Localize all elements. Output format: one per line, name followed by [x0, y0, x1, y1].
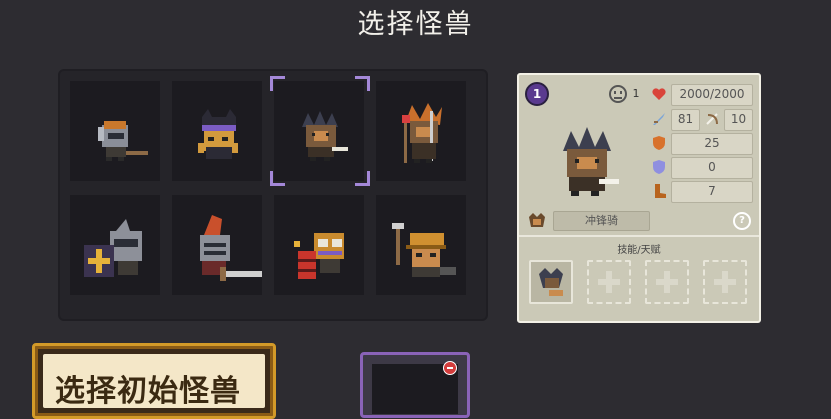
- face-icon: [609, 85, 627, 103]
- speed-value: 7: [671, 181, 753, 203]
- magic-shield-icon: [653, 160, 665, 174]
- mood-count: 1: [632, 87, 640, 100]
- class-icon: [529, 213, 545, 227]
- monster-grid: [58, 69, 488, 321]
- skill-slot-4[interactable]: [703, 260, 747, 304]
- plus-icon: [714, 271, 736, 293]
- skill-icon: [531, 262, 571, 302]
- selection-corner-tl: [270, 76, 285, 91]
- stat-magic-resist: 0: [651, 157, 753, 179]
- select-starting-monster-button[interactable]: 选择初始怪兽: [32, 343, 276, 419]
- mood-indicator: 1: [609, 85, 640, 103]
- attack-value: 81: [671, 109, 700, 131]
- magic-resist-value: 0: [671, 157, 753, 179]
- heart-icon: [652, 88, 666, 100]
- stat-hp: 2000/2000: [651, 84, 753, 106]
- monster-info-panel: 1 1 2000/2000 81 10 25 0 7 冲锋骑 ? 技能/天赋: [517, 73, 761, 323]
- stat-range: 10: [704, 109, 753, 131]
- monster-slot-3[interactable]: [274, 81, 364, 181]
- monster-slot-8[interactable]: [376, 195, 466, 295]
- monster-slot-4[interactable]: [376, 81, 466, 181]
- plus-icon: [598, 271, 620, 293]
- help-button[interactable]: ?: [733, 212, 751, 230]
- monster-slot-7[interactable]: [274, 195, 364, 295]
- stat-armor: 25: [651, 133, 753, 155]
- dynamite-goblin-sprite: [294, 233, 344, 279]
- start-button-label: 选择初始怪兽: [55, 374, 241, 409]
- stat-attack: 81: [651, 109, 700, 131]
- selection-corner-br: [355, 171, 370, 186]
- selection-corner-tr: [355, 76, 370, 91]
- miner-goblin-sprite: [392, 223, 456, 277]
- boot-icon: [655, 184, 666, 198]
- skill-slot-2[interactable]: [587, 260, 631, 304]
- monster-slot-2[interactable]: [172, 81, 262, 181]
- remove-icon[interactable]: [443, 361, 457, 375]
- range-value: 10: [724, 109, 753, 131]
- monster-slot-1[interactable]: [70, 81, 160, 181]
- bow-icon: [706, 113, 718, 125]
- armor-value: 25: [671, 133, 753, 155]
- shield-knight-sprite: [84, 219, 142, 277]
- selection-corner-bl: [270, 171, 285, 186]
- shaman-boar-sprite: [402, 103, 442, 163]
- class-label: 冲锋骑: [553, 211, 650, 231]
- spiked-boar-sprite: [302, 111, 348, 161]
- chosen-monster-card[interactable]: [360, 352, 470, 418]
- skill-slot-3[interactable]: [645, 260, 689, 304]
- level-badge: 1: [525, 82, 549, 106]
- skill-slot-1[interactable]: [529, 260, 573, 304]
- monster-slot-6[interactable]: [172, 195, 262, 295]
- sword-icon: [653, 113, 665, 125]
- stat-speed: 7: [651, 181, 753, 203]
- page-title: 选择怪兽: [357, 9, 474, 40]
- shield-icon: [653, 136, 665, 150]
- ninja-cat-sprite: [198, 109, 238, 159]
- panel-divider: [519, 235, 759, 237]
- plume-knight-sprite: [200, 215, 262, 281]
- monster-slot-5[interactable]: [70, 195, 160, 295]
- selected-monster-portrait: [563, 127, 619, 196]
- hp-value: 2000/2000: [671, 84, 753, 106]
- skills-title: 技能/天赋: [617, 245, 661, 256]
- helmet-lizard-sprite: [98, 121, 148, 161]
- plus-icon: [656, 271, 678, 293]
